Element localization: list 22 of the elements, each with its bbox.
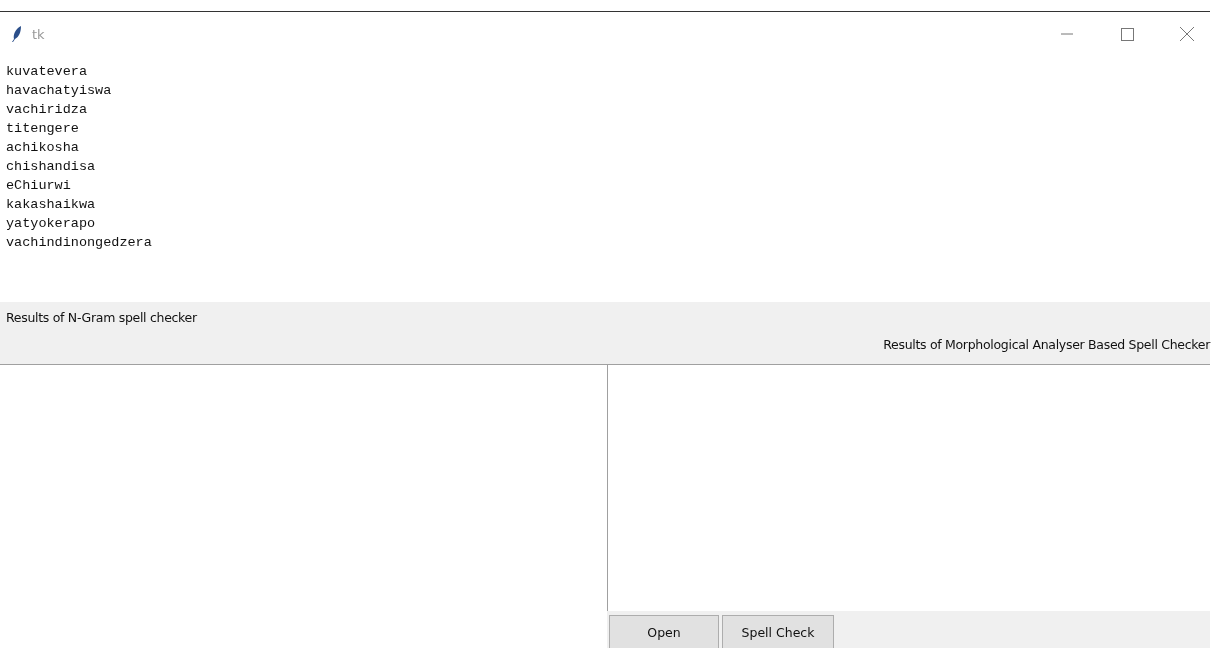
text-line: havachatyiswa xyxy=(6,82,112,100)
text-line: kuvatevera xyxy=(6,63,87,81)
minimize-icon xyxy=(1061,33,1073,35)
open-button[interactable]: Open xyxy=(609,615,719,648)
results-label: Results of Morphological Analyser Based Spell Checker xyxy=(883,337,1210,352)
window-title: tk xyxy=(32,26,46,42)
text-line: yatyokerapo xyxy=(6,215,96,233)
text-line: kakashaikwa xyxy=(6,196,96,214)
text-line: titengere xyxy=(6,120,79,138)
text-line: chishandisa xyxy=(6,158,96,176)
results-label: Results of N-Gram spell checker xyxy=(6,310,197,325)
spell-check-button[interactable]: Spell Check xyxy=(722,615,834,648)
results-text-area[interactable] xyxy=(607,365,1210,611)
maximize-icon xyxy=(1120,27,1134,41)
text-line: eChiurwi xyxy=(6,177,71,195)
text-line: achikosha xyxy=(6,139,79,157)
feather-icon xyxy=(12,26,22,42)
text-line: vachindinongedzera xyxy=(6,234,152,252)
text-line: vachiridza xyxy=(6,101,87,119)
results-text-area[interactable] xyxy=(0,365,607,648)
close-icon xyxy=(1180,27,1194,41)
text-area[interactable]: kuvatevera havachatyiswa vachiridza titengere achikosha chishandisa eChiurwi kakashaikwa yatyokerapo vachindinongedzera xyxy=(0,56,1210,302)
